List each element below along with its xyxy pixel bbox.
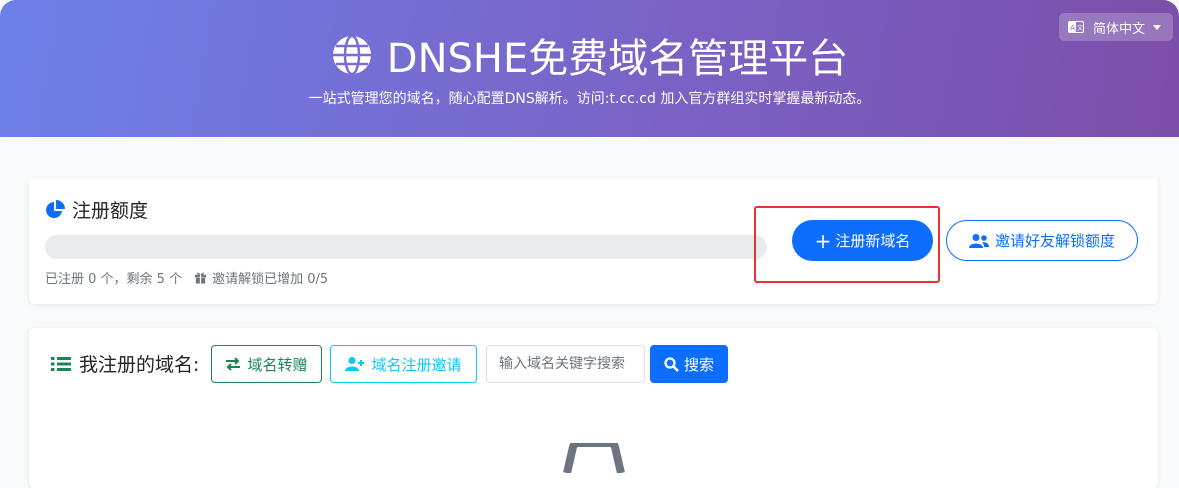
quota-info: 已注册 0 个，剩余 5 个 邀请解锁已增加 0/5 xyxy=(45,268,328,287)
chart-pie-icon xyxy=(46,199,65,218)
highlight-box xyxy=(754,206,940,283)
registration-invite-label: 域名注册邀请 xyxy=(371,355,462,374)
domain-transfer-label: 域名转赠 xyxy=(247,355,308,374)
page-title: DNSHE免费域名管理平台 xyxy=(0,25,1179,85)
quota-title-text: 注册额度 xyxy=(72,200,149,222)
domain-search-input[interactable] xyxy=(486,345,645,383)
page-subtitle: 一站式管理您的域名，随心配置DNS解析。访问:t.cc.cd 加入官方群组实时掌… xyxy=(308,91,871,107)
domains-card: 我注册的域名: 域名转赠 域名注册邀请 搜索 xyxy=(29,328,1158,488)
header-banner: A 文 简体中文 DNSHE免费域名管理平台 一站式管理您的域名，随心配置DNS… xyxy=(0,0,1179,137)
exchange-icon xyxy=(226,357,241,371)
domain-transfer-button[interactable]: 域名转赠 xyxy=(211,345,322,383)
invite-friends-label: 邀请好友解锁额度 xyxy=(994,232,1115,250)
search-icon xyxy=(664,356,679,372)
quota-progress-bar xyxy=(45,235,767,259)
empty-state-icon xyxy=(563,443,625,473)
invite-friends-button[interactable]: 邀请好友解锁额度 xyxy=(946,220,1138,261)
globe-icon xyxy=(332,34,371,76)
gift-icon xyxy=(195,272,207,284)
domains-title-text: 我注册的域名: xyxy=(79,354,200,376)
quota-registered-text: 已注册 0 个，剩余 5 个 xyxy=(45,272,183,287)
users-icon xyxy=(968,233,989,248)
user-plus-icon xyxy=(345,357,365,371)
quota-card: 注册额度 已注册 0 个，剩余 5 个 邀请解锁已增加 0/5 + 注册新域名 … xyxy=(29,178,1158,304)
quota-invite-text: 邀请解锁已增加 0/5 xyxy=(212,272,329,287)
domains-title: 我注册的域名: xyxy=(51,350,199,377)
search-button-label: 搜索 xyxy=(683,355,714,374)
search-button[interactable]: 搜索 xyxy=(650,345,728,383)
quota-title: 注册额度 xyxy=(45,196,148,223)
page-title-text: DNSHE免费域名管理平台 xyxy=(386,36,849,82)
list-icon xyxy=(51,356,71,371)
registration-invite-button[interactable]: 域名注册邀请 xyxy=(330,345,477,383)
